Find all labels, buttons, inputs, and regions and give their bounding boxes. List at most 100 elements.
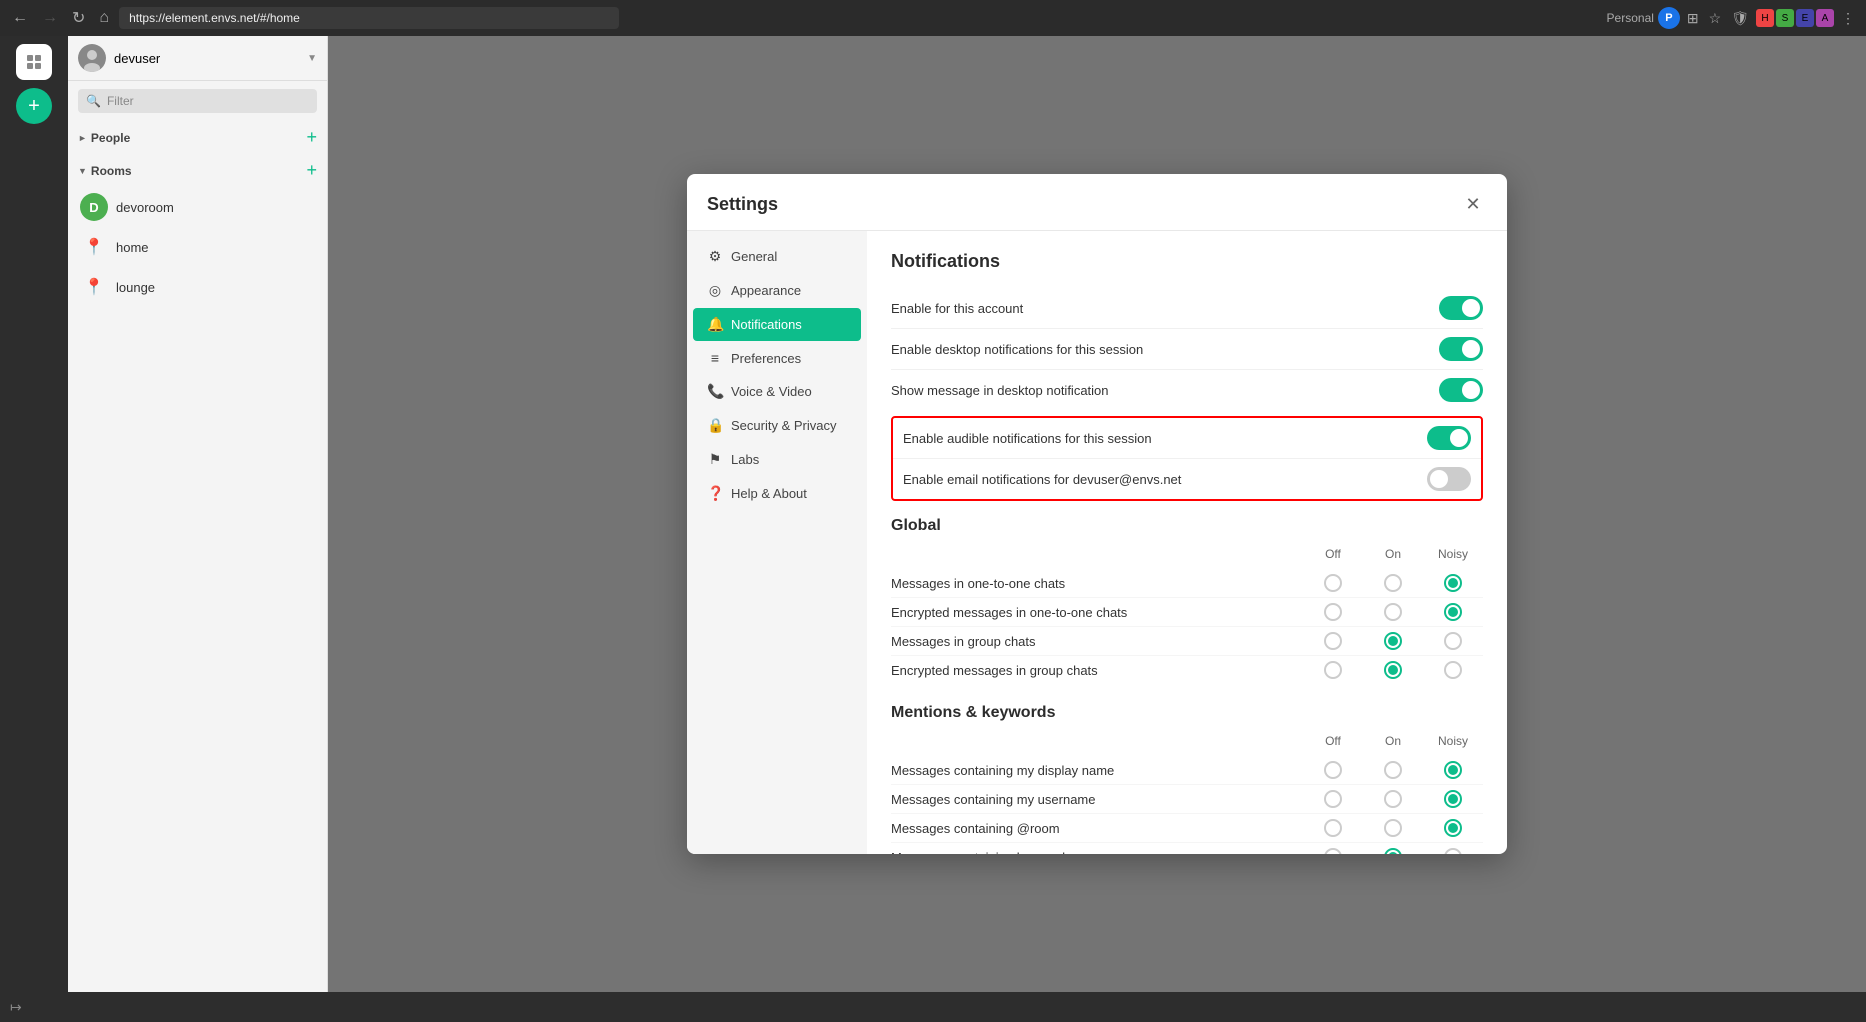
room-name-home: home (116, 240, 149, 255)
room-item-home[interactable]: 📍 home (68, 227, 327, 267)
refresh-button[interactable]: ↻ (68, 6, 89, 30)
global-row-3-off[interactable] (1324, 661, 1342, 679)
nav-item-help-about[interactable]: ❓ Help & About (693, 477, 861, 510)
highlighted-section: Enable audible notifications for this se… (891, 416, 1483, 501)
highlighted-toggle-1[interactable] (1427, 467, 1471, 491)
global-row-0-noisy[interactable] (1444, 574, 1462, 592)
nav-item-general[interactable]: ⚙ General (693, 240, 861, 273)
global-title: Global (891, 517, 1483, 535)
people-add-button[interactable]: + (306, 127, 317, 148)
toggle-1[interactable] (1439, 337, 1483, 361)
star-button[interactable]: ☆ (1706, 8, 1725, 29)
global-row-2-on[interactable] (1384, 632, 1402, 650)
chevron-down-icon[interactable]: ▼ (307, 53, 317, 64)
home-button[interactable] (16, 44, 52, 80)
global-row-0: Messages in one-to-one chats (891, 569, 1483, 598)
global-row-1-noisy[interactable] (1444, 603, 1462, 621)
nav-item-labs[interactable]: ⚑ Labs (693, 443, 861, 476)
nav-item-notifications[interactable]: 🔔 Notifications (693, 308, 861, 341)
mentions-row-2-on[interactable] (1384, 819, 1402, 837)
room-item-devoroom[interactable]: D devoroom (68, 187, 327, 227)
toggle-label-1: Enable desktop notifications for this se… (891, 342, 1143, 357)
mentions-row-3-off[interactable] (1324, 848, 1342, 854)
mentions-row-0-noisy[interactable] (1444, 761, 1462, 779)
nav-item-preferences[interactable]: ≡ Preferences (693, 342, 861, 374)
mentions-row-3-on[interactable] (1384, 848, 1402, 854)
mentions-row-1-on[interactable] (1384, 790, 1402, 808)
compose-button[interactable]: + (16, 88, 52, 124)
toggle-2[interactable] (1439, 378, 1483, 402)
toggle-row-2: Show message in desktop notification (891, 370, 1483, 410)
main-content: Settings ✕ ⚙ General ◎ Appearance (328, 36, 1866, 992)
browser-extensions: H S E A (1756, 9, 1834, 27)
forward-button[interactable]: → (38, 7, 62, 29)
mentions-row-1-label: Messages containing my username (891, 792, 1303, 807)
mentions-header-on: On (1363, 734, 1423, 748)
settings-content: Notifications Enable for this account (867, 231, 1507, 854)
modal-close-button[interactable]: ✕ (1459, 190, 1487, 218)
appearance-icon: ◎ (707, 282, 723, 299)
expand-button[interactable]: ↦ (10, 999, 22, 1016)
global-row-1-on[interactable] (1384, 603, 1402, 621)
mentions-header-off: Off (1303, 734, 1363, 748)
nav-label-notifications: Notifications (731, 317, 802, 332)
global-row-0-on[interactable] (1384, 574, 1402, 592)
toggle-rows: Enable for this account Enable desktop n… (891, 288, 1483, 410)
mentions-row-2-off[interactable] (1324, 819, 1342, 837)
rooms-section-header[interactable]: ▼ Rooms + (68, 154, 327, 187)
modal-overlay: Settings ✕ ⚙ General ◎ Appearance (328, 36, 1866, 992)
nav-label-security: Security & Privacy (731, 418, 836, 433)
bottom-bar: ↦ (0, 992, 1866, 1022)
nav-item-security-privacy[interactable]: 🔒 Security & Privacy (693, 409, 861, 442)
mentions-row-2-noisy[interactable] (1444, 819, 1462, 837)
highlighted-row-0: Enable audible notifications for this se… (893, 418, 1481, 459)
mentions-row-1-off[interactable] (1324, 790, 1342, 808)
mentions-row-3-noisy[interactable] (1444, 848, 1462, 854)
search-container[interactable]: 🔍 Filter (78, 89, 317, 113)
home-icon (24, 52, 44, 72)
global-row-2-off[interactable] (1324, 632, 1342, 650)
highlighted-toggle-0[interactable] (1427, 426, 1471, 450)
global-row-0-off[interactable] (1324, 574, 1342, 592)
general-icon: ⚙ (707, 248, 723, 265)
settings-modal: Settings ✕ ⚙ General ◎ Appearance (687, 174, 1507, 854)
mentions-row-0-on[interactable] (1384, 761, 1402, 779)
app-container: + devuser ▼ 🔍 Filter ► People + (0, 36, 1866, 992)
mentions-row-1-noisy[interactable] (1444, 790, 1462, 808)
rooms-add-button[interactable]: + (306, 160, 317, 181)
preferences-icon: ≡ (707, 350, 723, 366)
mentions-row-0-off[interactable] (1324, 761, 1342, 779)
global-headers: Off On Noisy (891, 543, 1483, 565)
global-row-3-on[interactable] (1384, 661, 1402, 679)
people-section-header[interactable]: ► People + (68, 121, 327, 154)
global-row-2-label: Messages in group chats (891, 634, 1303, 649)
modal-body: ⚙ General ◎ Appearance 🔔 Notifications (687, 231, 1507, 854)
ext-icon-3: E (1796, 9, 1814, 27)
global-row-2: Messages in group chats (891, 627, 1483, 656)
nav-item-appearance[interactable]: ◎ Appearance (693, 274, 861, 307)
extensions-button[interactable]: ⊞ (1684, 8, 1702, 29)
ext-icon-2: S (1776, 9, 1794, 27)
room-avatar-devoroom: D (80, 193, 108, 221)
global-row-2-noisy[interactable] (1444, 632, 1462, 650)
url-bar[interactable] (119, 7, 619, 29)
toggle-0[interactable] (1439, 296, 1483, 320)
mentions-row-2: Messages containing @room (891, 814, 1483, 843)
nav-item-voice-video[interactable]: 📞 Voice & Video (693, 375, 861, 408)
menu-button[interactable]: ⋮ (1838, 8, 1858, 29)
rooms-arrow-icon: ▼ (78, 166, 87, 176)
browser-chrome: ← → ↻ ⌂ Personal P ⊞ ☆ 🛡 H S E A ⋮ (0, 0, 1866, 36)
global-row-1-off[interactable] (1324, 603, 1342, 621)
global-row-3: Encrypted messages in group chats (891, 656, 1483, 684)
browser-profile-icon[interactable]: P (1658, 7, 1680, 29)
global-row-3-noisy[interactable] (1444, 661, 1462, 679)
home-nav-button[interactable]: ⌂ (95, 7, 113, 29)
highlighted-label-1: Enable email notifications for devuser@e… (903, 472, 1181, 487)
highlighted-row-1: Enable email notifications for devuser@e… (893, 459, 1481, 499)
back-button[interactable]: ← (8, 7, 32, 29)
nav-label-general: General (731, 249, 777, 264)
global-row-3-label: Encrypted messages in group chats (891, 663, 1303, 678)
room-icon-home: 📍 (80, 233, 108, 261)
room-item-lounge[interactable]: 📍 lounge (68, 267, 327, 307)
global-row-1-label: Encrypted messages in one-to-one chats (891, 605, 1303, 620)
